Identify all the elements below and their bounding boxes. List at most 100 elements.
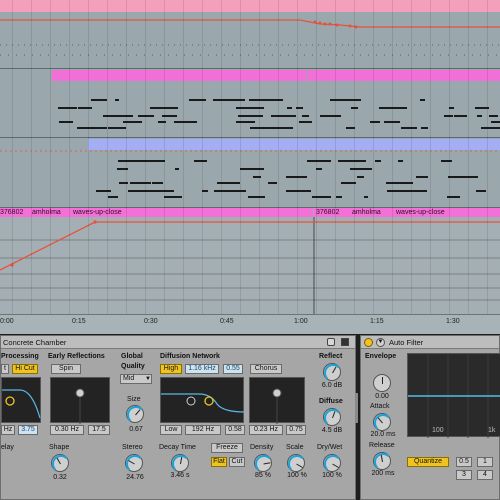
quantize-option[interactable]: 1 bbox=[477, 457, 493, 467]
midi-note[interactable] bbox=[481, 127, 500, 129]
reflect-knob[interactable] bbox=[323, 363, 342, 382]
midi-note[interactable] bbox=[357, 176, 364, 178]
midi-note[interactable] bbox=[342, 99, 352, 101]
midi-note[interactable] bbox=[248, 107, 265, 109]
dry-wet-knob[interactable] bbox=[323, 454, 342, 473]
lo-cut-button[interactable]: t bbox=[1, 364, 9, 374]
er-amount-field[interactable]: 0.30 Hz bbox=[50, 425, 84, 435]
midi-note[interactable] bbox=[128, 190, 147, 192]
midi-note[interactable] bbox=[476, 190, 486, 192]
decay-time-knob[interactable] bbox=[171, 454, 190, 473]
midi-note[interactable] bbox=[226, 99, 245, 101]
density-knob[interactable] bbox=[254, 454, 273, 473]
filter-display[interactable]: 100 1k bbox=[407, 353, 500, 438]
midi-note[interactable] bbox=[356, 160, 366, 162]
track-lane-1[interactable] bbox=[0, 0, 500, 68]
size-knob[interactable] bbox=[126, 405, 145, 424]
midi-note[interactable] bbox=[477, 115, 482, 117]
er-display[interactable] bbox=[50, 377, 110, 424]
er-time-field[interactable]: 17.5 bbox=[88, 425, 110, 435]
chorus-button[interactable]: Chorus bbox=[250, 364, 282, 374]
envelope-knob[interactable] bbox=[373, 374, 391, 392]
midi-note[interactable] bbox=[193, 160, 207, 162]
midi-note[interactable] bbox=[102, 115, 117, 117]
midi-note[interactable] bbox=[107, 127, 127, 129]
midi-note[interactable] bbox=[420, 99, 426, 101]
midi-note[interactable] bbox=[91, 99, 100, 101]
quantize-option[interactable]: 0.5 bbox=[456, 457, 472, 467]
device-on-icon[interactable] bbox=[364, 338, 373, 347]
low-freq-field[interactable]: 192 Hz bbox=[185, 425, 221, 435]
midi-note[interactable] bbox=[420, 127, 428, 129]
midi-note[interactable] bbox=[173, 121, 197, 123]
hot-swap-icon[interactable] bbox=[327, 338, 335, 346]
midi-note[interactable] bbox=[370, 121, 381, 123]
diffusion-display[interactable] bbox=[160, 377, 246, 423]
save-preset-icon[interactable] bbox=[341, 338, 349, 346]
midi-note[interactable] bbox=[58, 107, 75, 109]
midi-note[interactable] bbox=[401, 127, 418, 129]
midi-note[interactable] bbox=[287, 107, 292, 109]
hybrid-reverb-device[interactable]: Concrete Chamber Processing t Hi Cut Hz … bbox=[0, 335, 356, 500]
low-button[interactable]: Low bbox=[160, 425, 182, 435]
diffuse-knob[interactable] bbox=[323, 408, 342, 427]
midi-note[interactable] bbox=[118, 160, 131, 162]
device-header[interactable]: ▼ Auto Filter bbox=[361, 336, 499, 349]
midi-note[interactable] bbox=[129, 182, 143, 184]
track-lane-4[interactable]: 376802 amholma waves-up-close 376802 amh… bbox=[0, 208, 500, 314]
time-ruler[interactable]: 0:00 0:15 0:30 0:45 1:00 1:15 1:30 bbox=[0, 314, 500, 334]
midi-note[interactable] bbox=[363, 196, 368, 198]
midi-note[interactable] bbox=[250, 127, 271, 129]
chorus-amount-field[interactable]: 0.75 bbox=[286, 425, 306, 435]
midi-note[interactable] bbox=[107, 196, 119, 198]
midi-note[interactable] bbox=[440, 160, 453, 162]
midi-note[interactable] bbox=[449, 107, 454, 109]
midi-note[interactable] bbox=[268, 182, 277, 184]
midi-note[interactable] bbox=[147, 190, 152, 192]
midi-note[interactable] bbox=[301, 115, 310, 117]
track-lane-2[interactable] bbox=[0, 69, 500, 137]
scale-knob[interactable] bbox=[287, 454, 306, 473]
midi-note[interactable] bbox=[77, 107, 93, 109]
midi-note[interactable] bbox=[156, 107, 178, 109]
midi-note[interactable] bbox=[285, 190, 312, 192]
midi-note[interactable] bbox=[150, 190, 175, 192]
midi-note[interactable] bbox=[138, 115, 155, 117]
high-ratio-field[interactable]: 0.55 bbox=[223, 364, 243, 374]
midi-note[interactable] bbox=[202, 190, 208, 192]
midi-note[interactable] bbox=[416, 176, 428, 178]
midi-note[interactable] bbox=[453, 115, 467, 117]
midi-note[interactable] bbox=[90, 127, 100, 129]
midi-note[interactable] bbox=[248, 196, 266, 198]
high-button[interactable]: High bbox=[160, 364, 182, 374]
midi-note[interactable] bbox=[387, 190, 410, 192]
slope-field[interactable]: 3.75 bbox=[18, 425, 38, 435]
stereo-knob[interactable] bbox=[125, 454, 144, 473]
cut-button[interactable]: Cut bbox=[229, 457, 245, 467]
midi-note[interactable] bbox=[163, 196, 183, 198]
freeze-button[interactable]: Freeze bbox=[211, 443, 243, 453]
midi-note[interactable] bbox=[299, 121, 312, 123]
midi-note[interactable] bbox=[223, 190, 247, 192]
chorus-display[interactable] bbox=[249, 377, 305, 424]
quantize-option[interactable]: 3 bbox=[456, 470, 472, 480]
midi-note[interactable] bbox=[488, 115, 498, 117]
midi-note[interactable] bbox=[490, 121, 499, 123]
midi-note[interactable] bbox=[397, 160, 404, 162]
midi-note[interactable] bbox=[316, 168, 322, 170]
quantize-option[interactable]: 4 bbox=[477, 470, 493, 480]
midi-note[interactable] bbox=[312, 196, 331, 198]
spin-button[interactable]: Spin bbox=[51, 364, 81, 374]
low-ratio-field[interactable]: 0.58 bbox=[225, 425, 245, 435]
midi-note[interactable] bbox=[335, 196, 342, 198]
midi-note[interactable] bbox=[58, 121, 73, 123]
release-knob[interactable] bbox=[373, 452, 392, 471]
device-scrollbar[interactable] bbox=[355, 393, 358, 423]
midi-note[interactable] bbox=[115, 99, 120, 101]
shape-knob[interactable] bbox=[51, 454, 70, 473]
quantize-button[interactable]: Quantize bbox=[407, 457, 449, 467]
midi-clip-header-2a[interactable] bbox=[52, 70, 306, 81]
high-freq-field[interactable]: 1.16 kHz bbox=[185, 364, 219, 374]
midi-note[interactable] bbox=[273, 115, 296, 117]
device-header[interactable]: Concrete Chamber bbox=[1, 336, 355, 349]
